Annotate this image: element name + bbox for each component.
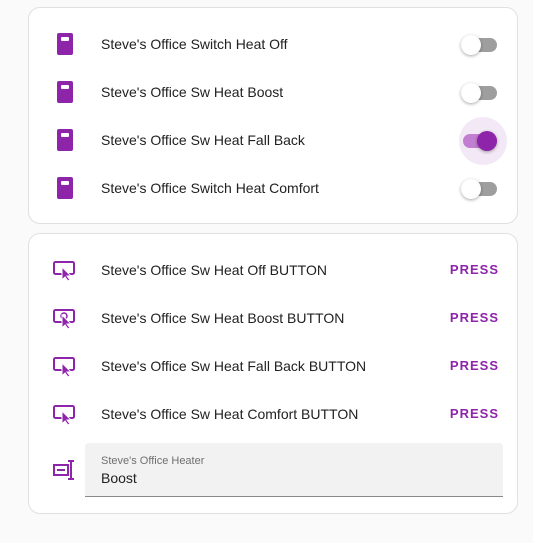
switch-row-heat-comfort: Steve's Office Switch Heat Comfort <box>29 164 517 212</box>
switch-row-heat-off: Steve's Office Switch Heat Off <box>29 20 517 68</box>
button-label: Steve's Office Sw Heat Off BUTTON <box>101 262 327 278</box>
button-row-heat-boost: Steve's Office Sw Heat Boost BUTTON PRES… <box>29 294 517 342</box>
form-select-icon <box>53 458 77 482</box>
switch-toggle-heat-fall-back[interactable] <box>459 117 507 165</box>
button-label: Steve's Office Sw Heat Comfort BUTTON <box>101 406 359 422</box>
power-socket-icon <box>53 176 77 200</box>
switch-toggle-heat-comfort[interactable] <box>461 178 497 199</box>
power-socket-icon <box>53 32 77 56</box>
press-button[interactable]: PRESS <box>450 390 499 438</box>
switches-card: Steve's Office Switch Heat Off Steve's O… <box>28 7 518 224</box>
switch-toggle-heat-boost[interactable] <box>461 82 497 103</box>
button-row-heat-off: Steve's Office Sw Heat Off BUTTON PRESS <box>29 246 517 294</box>
toggle-thumb <box>461 83 481 103</box>
gesture-tap-button-icon <box>53 258 77 282</box>
power-socket-icon <box>53 80 77 104</box>
gesture-tap-button-icon <box>53 306 77 330</box>
button-row-heat-fall-back: Steve's Office Sw Heat Fall Back BUTTON … <box>29 342 517 390</box>
gesture-tap-button-icon <box>53 354 77 378</box>
press-button[interactable]: PRESS <box>450 294 499 342</box>
heater-select[interactable]: Steve's Office Heater Boost <box>85 443 503 497</box>
button-row-heat-comfort: Steve's Office Sw Heat Comfort BUTTON PR… <box>29 390 517 438</box>
switch-toggle-heat-off[interactable] <box>461 34 497 55</box>
heater-select-label: Steve's Office Heater <box>101 455 205 467</box>
switch-label: Steve's Office Sw Heat Boost <box>101 84 284 100</box>
toggle-thumb <box>477 131 497 151</box>
toggle-thumb <box>461 179 481 199</box>
button-label: Steve's Office Sw Heat Fall Back BUTTON <box>101 358 367 374</box>
switch-label: Steve's Office Switch Heat Off <box>101 36 288 52</box>
press-button[interactable]: PRESS <box>450 342 499 390</box>
switch-label: Steve's Office Switch Heat Comfort <box>101 180 319 196</box>
power-socket-icon <box>53 128 77 152</box>
switch-label: Steve's Office Sw Heat Fall Back <box>101 132 305 148</box>
buttons-card: Steve's Office Sw Heat Off BUTTON PRESS … <box>28 233 518 514</box>
button-label: Steve's Office Sw Heat Boost BUTTON <box>101 310 345 326</box>
gesture-tap-button-icon <box>53 402 77 426</box>
press-button[interactable]: PRESS <box>450 246 499 294</box>
toggle-thumb <box>461 35 481 55</box>
switch-row-heat-fall-back: Steve's Office Sw Heat Fall Back <box>29 116 517 165</box>
switch-row-heat-boost: Steve's Office Sw Heat Boost <box>29 68 517 116</box>
heater-select-value: Boost <box>101 470 137 486</box>
